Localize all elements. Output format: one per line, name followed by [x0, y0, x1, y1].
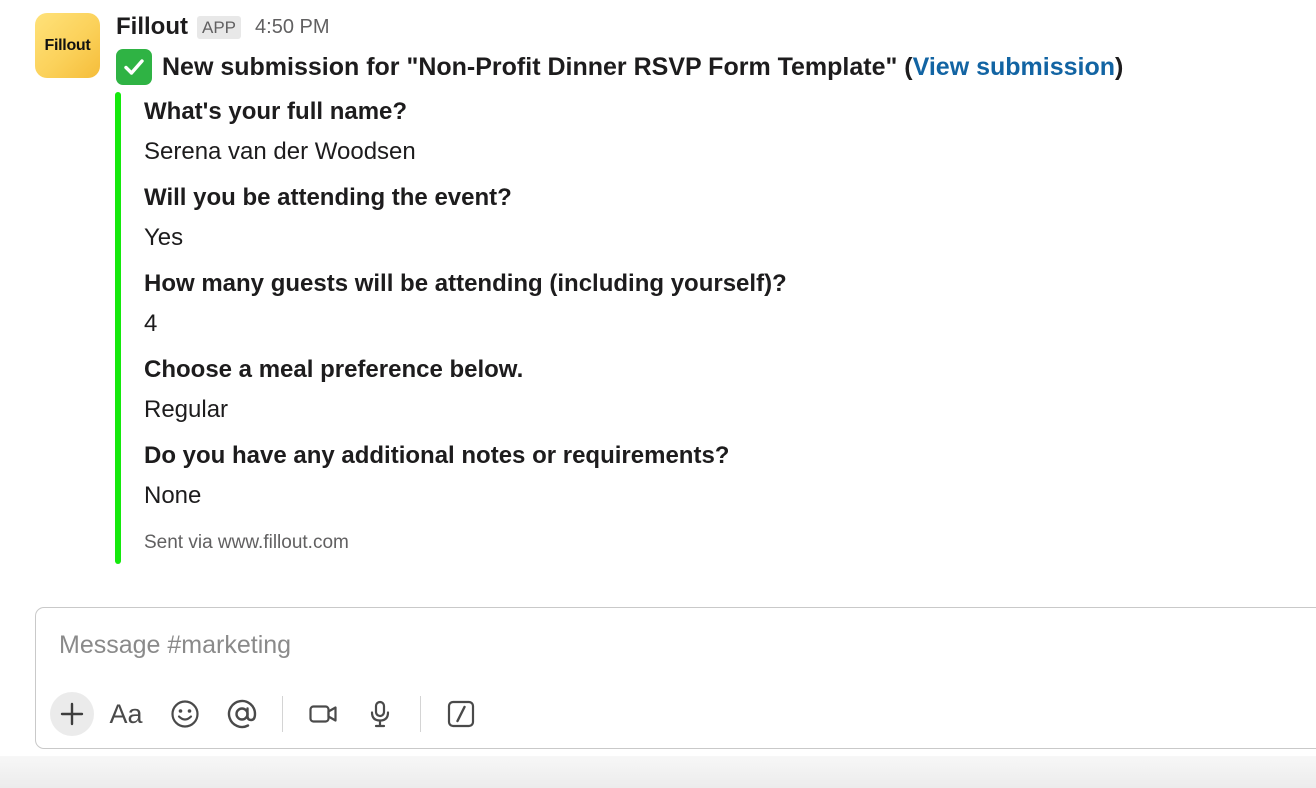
field-label: Will you be attending the event?: [144, 184, 512, 211]
message-title: New submission for "Non-Profit Dinner RS…: [116, 48, 1123, 86]
view-submission-link[interactable]: View submission: [913, 53, 1115, 82]
field-meal-preference: Choose a meal preference below. Regular: [144, 352, 787, 438]
submission-fields: What's your full name? Serena van der Wo…: [144, 94, 787, 524]
field-additional-notes: Do you have any additional notes or requ…: [144, 438, 787, 524]
window-bottom-edge: [0, 756, 1316, 788]
mention-icon[interactable]: [220, 692, 264, 736]
field-value: 4: [144, 310, 158, 337]
sender-name[interactable]: Fillout: [116, 13, 188, 41]
slack-channel-view: Fillout Fillout APP 4:50 PM New submissi…: [0, 0, 1316, 788]
field-attending: Will you be attending the event? Yes: [144, 180, 787, 266]
field-label: Choose a meal preference below.: [144, 356, 524, 383]
message-timestamp[interactable]: 4:50 PM: [255, 16, 329, 39]
message-header: Fillout APP 4:50 PM: [116, 10, 330, 44]
shortcuts-icon[interactable]: [439, 692, 483, 736]
video-icon[interactable]: [301, 692, 345, 736]
avatar-logo-text: Fillout: [44, 36, 91, 54]
white-check-mark-icon: [116, 49, 152, 85]
field-guest-count: How many guests will be attending (inclu…: [144, 266, 787, 352]
field-value: Serena van der Woodsen: [144, 138, 416, 165]
toolbar-divider: [282, 696, 283, 732]
fillout-app-avatar[interactable]: Fillout: [35, 13, 100, 78]
field-label: Do you have any additional notes or requ…: [144, 442, 730, 469]
message-input[interactable]: [59, 626, 1159, 664]
field-label: What's your full name?: [144, 98, 408, 125]
emoji-icon[interactable]: [163, 692, 207, 736]
title-suffix: ): [1115, 52, 1124, 81]
attachment-accent-bar: [115, 92, 121, 564]
field-label: How many guests will be attending (inclu…: [144, 270, 787, 297]
microphone-icon[interactable]: [358, 692, 402, 736]
message-composer: Aa: [35, 607, 1316, 749]
plus-icon[interactable]: [50, 692, 94, 736]
formatting-label: Aa: [109, 698, 143, 729]
field-value: Yes: [144, 224, 184, 251]
toolbar-divider: [420, 696, 421, 732]
field-value: None: [144, 482, 202, 509]
title-prefix: New submission for "Non-Profit Dinner RS…: [162, 52, 913, 81]
app-badge: APP: [196, 15, 242, 39]
field-full-name: What's your full name? Serena van der Wo…: [144, 94, 787, 180]
field-value: Regular: [144, 396, 229, 423]
sent-via-footer: Sent via www.fillout.com: [144, 532, 349, 553]
formatting-icon[interactable]: Aa: [104, 692, 148, 736]
